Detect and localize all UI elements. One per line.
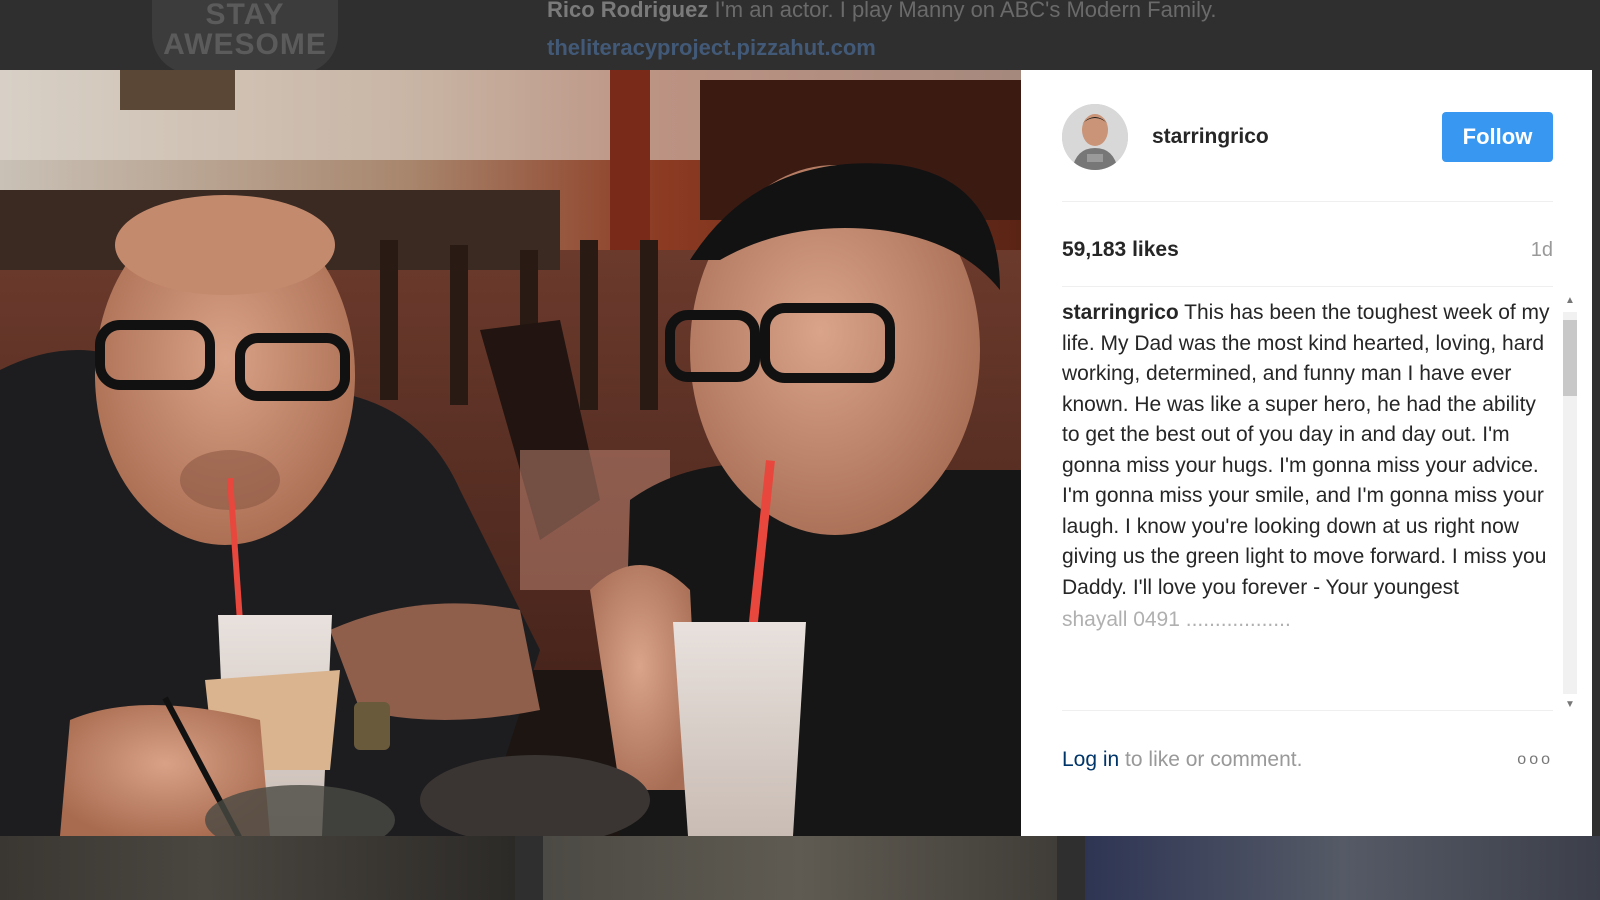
profile-bio-text: I'm an actor. I play Manny on ABC's Mode… (714, 0, 1217, 22)
likes-count[interactable]: 59,183 likes (1062, 238, 1179, 262)
scroll-up-arrow-icon[interactable]: ▲ (1563, 294, 1577, 308)
scroll-down-arrow-icon[interactable]: ▼ (1563, 698, 1577, 712)
follow-button[interactable]: Follow (1442, 112, 1553, 162)
caption: starringrico This has been the toughest … (1062, 298, 1550, 603)
avatar[interactable] (1062, 104, 1128, 170)
divider (1062, 710, 1553, 711)
grid-thumbnail[interactable] (0, 836, 515, 900)
caption-text: This has been the toughest week of my li… (1062, 301, 1550, 599)
grid-thumbnail[interactable] (542, 836, 1058, 900)
avatar-image (1062, 104, 1128, 170)
more-options-icon[interactable]: ooo (1517, 751, 1553, 769)
login-prompt: Log in to like or comment. (1062, 748, 1302, 772)
login-link[interactable]: Log in (1062, 748, 1119, 771)
profile-bio-link[interactable]: theliteracyproject.pizzahut.com (547, 35, 876, 61)
post-timestamp[interactable]: 1d (1531, 239, 1553, 262)
post-sidebar: starringrico Follow 59,183 likes 1d star… (1021, 70, 1592, 836)
profile-logo: STAY AWESOME (152, 0, 338, 74)
profile-bio-name: Rico Rodriguez (547, 0, 709, 22)
grid-thumbnail[interactable] (1085, 836, 1600, 900)
post-modal: starringrico Follow 59,183 likes 1d star… (0, 70, 1592, 836)
post-author-username[interactable]: starringrico (1152, 125, 1442, 149)
likes-row: 59,183 likes 1d (1062, 238, 1553, 262)
post-header: starringrico Follow (1062, 102, 1553, 172)
next-comment-partial: shayall 0491 .................. (1062, 608, 1291, 631)
post-photo[interactable] (0, 70, 1021, 836)
comments-scrollbar[interactable]: ▲ ▼ (1560, 294, 1580, 712)
comments-list[interactable]: starringrico This has been the toughest … (1062, 288, 1550, 698)
scroll-thumb[interactable] (1563, 320, 1577, 396)
profile-photo-grid (0, 836, 1600, 900)
divider (1062, 201, 1553, 202)
profile-bio: Rico Rodriguez I'm an actor. I play Mann… (547, 0, 1547, 24)
post-photo-image (0, 70, 1021, 836)
login-prompt-text: to like or comment. (1119, 748, 1303, 771)
post-footer: Log in to like or comment. ooo (1062, 748, 1553, 772)
comments-fade (1062, 676, 1550, 698)
caption-username[interactable]: starringrico (1062, 301, 1179, 324)
divider (1062, 286, 1553, 287)
scroll-track[interactable] (1563, 312, 1577, 694)
